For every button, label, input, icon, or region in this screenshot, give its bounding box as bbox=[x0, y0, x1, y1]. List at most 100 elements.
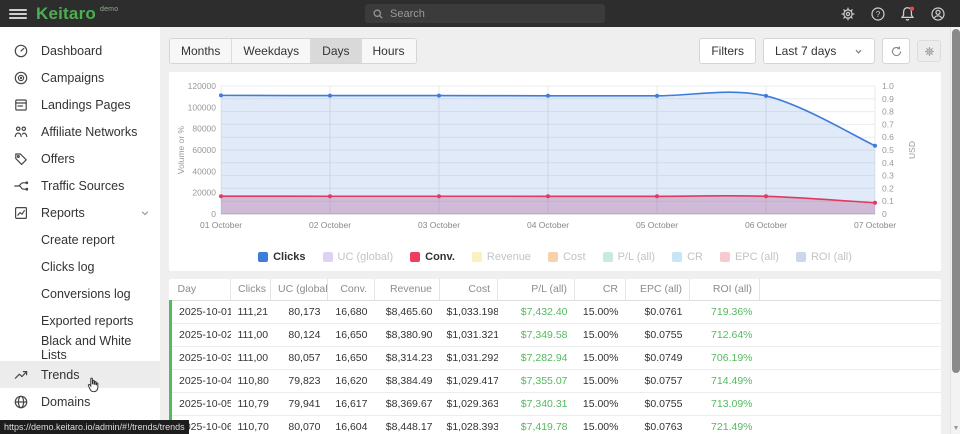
legend-item-epc-all-[interactable]: EPC (all) bbox=[720, 251, 779, 263]
column-header[interactable]: Conv. bbox=[328, 279, 375, 300]
sidebar-item-reports[interactable]: Reports bbox=[0, 199, 160, 226]
legend-item-cost[interactable]: Cost bbox=[548, 251, 586, 263]
tab-days[interactable]: Days bbox=[311, 39, 361, 63]
tab-weekdays[interactable]: Weekdays bbox=[232, 39, 311, 63]
table-row[interactable]: 2025-10-05110,7979,94116,617$8,369.67$1,… bbox=[171, 392, 942, 415]
chart-settings-button[interactable] bbox=[917, 40, 941, 62]
table-row[interactable]: 2025-10-02111,0080,12416,650$8,380.90$1,… bbox=[171, 323, 942, 346]
svg-text:40000: 40000 bbox=[192, 166, 216, 176]
user-account-icon[interactable] bbox=[929, 5, 946, 22]
sidebar: DashboardCampaigns Landings Pages Affiliat… bbox=[0, 27, 160, 434]
column-header[interactable] bbox=[760, 279, 942, 300]
column-header[interactable]: CR bbox=[575, 279, 626, 300]
menu-toggle-icon[interactable] bbox=[9, 9, 27, 19]
table-cell: $0.0755 bbox=[626, 392, 690, 415]
app-logo[interactable]: Keitaro demo bbox=[36, 4, 118, 24]
sidebar-item-label: Landings Pages bbox=[41, 98, 131, 112]
sidebar-item-domains[interactable]: Domains bbox=[0, 388, 160, 415]
trends-table: DayClicksUC (global)Conv.RevenueCostP/L … bbox=[169, 279, 941, 434]
table-row[interactable]: 2025-10-06110,7080,07016,604$8,448.17$1,… bbox=[171, 415, 942, 434]
tab-hours[interactable]: Hours bbox=[362, 39, 416, 63]
svg-text:Volume or %: Volume or % bbox=[176, 125, 186, 174]
sidebar-item-exported-reports[interactable]: Exported reports bbox=[0, 307, 160, 334]
column-header[interactable]: Revenue bbox=[375, 279, 440, 300]
column-header[interactable]: Day bbox=[171, 279, 231, 300]
table-cell bbox=[760, 300, 942, 323]
svg-text:01 October: 01 October bbox=[200, 220, 242, 230]
svg-text:0.4: 0.4 bbox=[882, 158, 894, 168]
table-cell: $7,349.58 bbox=[498, 323, 575, 346]
settings-gear-icon[interactable] bbox=[839, 5, 856, 22]
svg-text:USD: USD bbox=[907, 141, 917, 159]
sidebar-item-dashboard[interactable]: Dashboard bbox=[0, 37, 160, 64]
sidebar-item-label: Clicks log bbox=[41, 260, 95, 274]
column-header[interactable]: P/L (all) bbox=[498, 279, 575, 300]
scrollbar-thumb[interactable] bbox=[952, 29, 960, 373]
legend-item-p-l-all-[interactable]: P/L (all) bbox=[603, 251, 656, 263]
legend-item-cr[interactable]: CR bbox=[672, 251, 703, 263]
table-cell: 80,057 bbox=[271, 346, 328, 369]
notifications-bell-icon[interactable] bbox=[899, 5, 916, 22]
table-cell bbox=[760, 369, 942, 392]
table-cell: 111,00 bbox=[231, 346, 271, 369]
table-cell: 712.64% bbox=[690, 323, 760, 346]
search-input[interactable] bbox=[390, 8, 598, 20]
sidebar-item-conversions-log[interactable]: Conversions log bbox=[0, 280, 160, 307]
svg-text:0.6: 0.6 bbox=[882, 132, 894, 142]
sidebar-item-label: Domains bbox=[41, 395, 90, 409]
traffic-sources-icon bbox=[13, 178, 29, 194]
help-icon[interactable]: ? bbox=[869, 5, 886, 22]
sidebar-item-affiliate-networks[interactable]: Affiliate Networks bbox=[0, 118, 160, 145]
table-cell: 2025-10-04 bbox=[171, 369, 231, 392]
svg-text:20000: 20000 bbox=[192, 188, 216, 198]
table-row[interactable]: 2025-10-04110,8079,82316,620$8,384.49$1,… bbox=[171, 369, 942, 392]
sidebar-item-create-report[interactable]: Create report bbox=[0, 226, 160, 253]
legend-item-uc-global-[interactable]: UC (global) bbox=[323, 251, 394, 263]
reports-icon bbox=[13, 205, 29, 221]
table-row[interactable]: 2025-10-01111,2180,17316,680$8,465.60$1,… bbox=[171, 300, 942, 323]
column-header[interactable]: UC (global) bbox=[271, 279, 328, 300]
legend-swatch bbox=[796, 252, 806, 262]
legend-swatch bbox=[603, 252, 613, 262]
date-range-select[interactable]: Last 7 days bbox=[763, 38, 875, 64]
legend-swatch bbox=[672, 252, 682, 262]
column-header[interactable]: Cost bbox=[440, 279, 498, 300]
table-cell: $0.0757 bbox=[626, 369, 690, 392]
legend-item-conv-[interactable]: Conv. bbox=[410, 251, 455, 263]
legend-item-revenue[interactable]: Revenue bbox=[472, 251, 531, 263]
sidebar-item-traffic-sources[interactable]: Traffic Sources bbox=[0, 172, 160, 199]
sidebar-item-clicks-log[interactable]: Clicks log bbox=[0, 253, 160, 280]
table-cell: 713.09% bbox=[690, 392, 760, 415]
filters-button[interactable]: Filters bbox=[699, 38, 756, 64]
sidebar-item-trends[interactable]: Trends bbox=[0, 361, 160, 388]
sidebar-item-landings-pages[interactable]: Landings Pages bbox=[0, 91, 160, 118]
scrollbar-down-arrow[interactable]: ▼ bbox=[951, 425, 960, 432]
svg-text:120000: 120000 bbox=[188, 81, 217, 91]
legend-item-roi-all-[interactable]: ROI (all) bbox=[796, 251, 852, 263]
table-cell: 80,124 bbox=[271, 323, 328, 346]
main-content: MonthsWeekdaysDaysHours Filters Last 7 d… bbox=[160, 27, 950, 434]
search-box[interactable] bbox=[365, 4, 605, 23]
table-cell: $1,028.3930 bbox=[440, 415, 498, 434]
legend-item-clicks[interactable]: Clicks bbox=[258, 251, 305, 263]
table-cell: 15.00% bbox=[575, 346, 626, 369]
table-cell: $8,380.90 bbox=[375, 323, 440, 346]
chevron-down-icon bbox=[140, 208, 150, 218]
logo-badge: demo bbox=[100, 6, 118, 13]
page-scrollbar[interactable]: ▼ bbox=[950, 27, 960, 434]
column-header[interactable]: ROI (all) bbox=[690, 279, 760, 300]
legend-swatch bbox=[720, 252, 730, 262]
column-header[interactable]: Clicks bbox=[231, 279, 271, 300]
trends-icon bbox=[13, 367, 29, 383]
sidebar-item-offers[interactable]: Offers bbox=[0, 145, 160, 172]
column-header[interactable]: EPC (all) bbox=[626, 279, 690, 300]
refresh-button[interactable] bbox=[882, 38, 910, 64]
legend-swatch bbox=[410, 252, 420, 262]
table-cell: 110,79 bbox=[231, 392, 271, 415]
table-row[interactable]: 2025-10-03111,0080,05716,650$8,314.23$1,… bbox=[171, 346, 942, 369]
table-cell: $1,031.2928 bbox=[440, 346, 498, 369]
table-cell bbox=[760, 415, 942, 434]
tab-months[interactable]: Months bbox=[170, 39, 232, 63]
sidebar-item-campaigns[interactable]: Campaigns bbox=[0, 64, 160, 91]
sidebar-item-black-and-white-lists[interactable]: Black and White Lists bbox=[0, 334, 160, 361]
